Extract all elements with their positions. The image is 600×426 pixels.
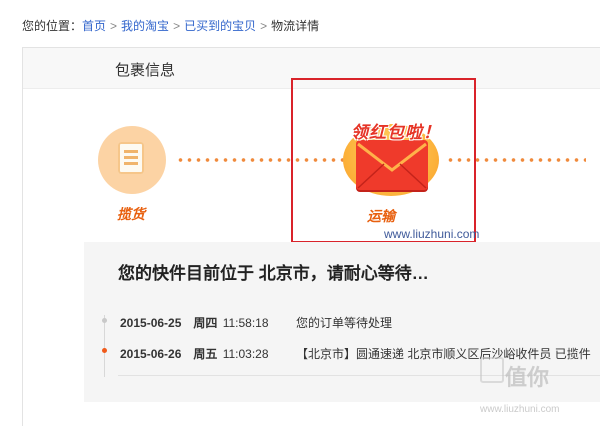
panel-title: 包裹信息: [115, 62, 176, 79]
watermark-url: www.liuzhuni.com: [384, 227, 480, 241]
breadcrumb-current: 物流详情: [271, 19, 320, 33]
breadcrumb: 您的位置：首页 > 我的淘宝 > 已买到的宝贝 > 物流详情: [22, 17, 319, 34]
breadcrumb-purchased-link[interactable]: 已买到的宝贝: [184, 19, 256, 33]
event-weekday: 周五: [193, 347, 218, 361]
event-time: 11:03:28: [222, 347, 269, 361]
step-pickup-circle: [98, 126, 166, 194]
event-date: 2015-06-25: [120, 316, 182, 330]
tracking-event: 2015-06-25 周四 11:58:18 您的订单等待处理: [120, 314, 392, 331]
document-icon: [118, 142, 144, 174]
event-weekday: 周四: [193, 316, 218, 330]
timeline-line: [104, 315, 105, 377]
breadcrumb-separator: >: [173, 19, 181, 33]
watermark-site: www.liuzhuni.com: [480, 404, 560, 415]
timeline-dot: [102, 318, 107, 323]
event-time: 11:58:18: [222, 316, 269, 330]
breadcrumb-home-link[interactable]: 首页: [82, 19, 106, 33]
breadcrumb-my-taobao-link[interactable]: 我的淘宝: [121, 19, 169, 33]
event-date: 2015-06-26: [120, 347, 182, 361]
breadcrumb-prefix: 您的位置：: [22, 19, 83, 33]
status-title: 您的快件目前位于 北京市，请耐心等待…: [118, 264, 429, 283]
breadcrumb-separator: >: [260, 19, 268, 33]
highlight-box: [291, 78, 476, 243]
watermark-logo: 值你: [505, 365, 550, 390]
event-description: 您的订单等待处理: [296, 316, 393, 330]
watermark-logo-icon: [480, 357, 504, 383]
step-pickup-label: 揽货: [117, 206, 145, 222]
breadcrumb-separator: >: [110, 19, 118, 33]
timeline-dot-current: [102, 348, 107, 353]
